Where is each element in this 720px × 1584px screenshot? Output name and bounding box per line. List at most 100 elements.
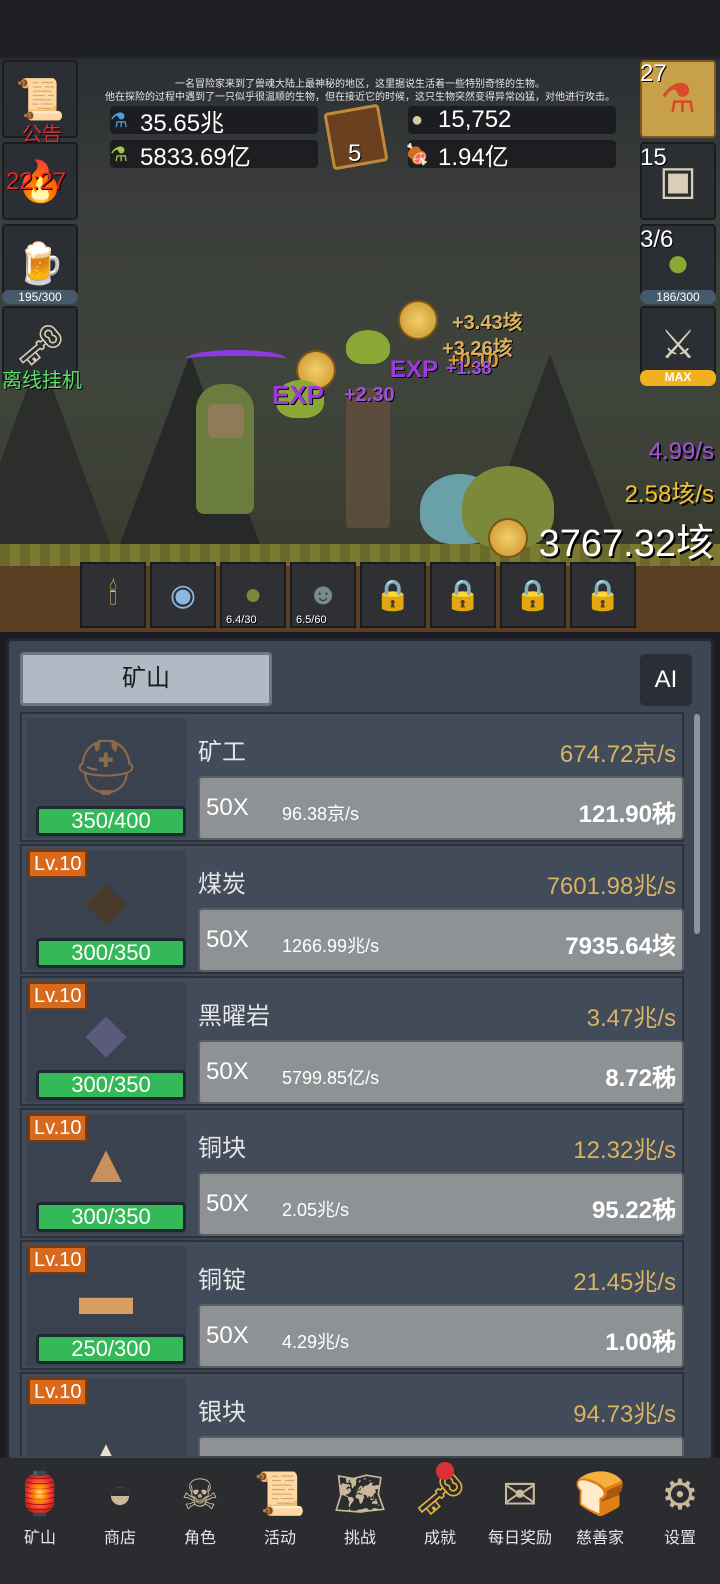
meat-icon: 🍖 xyxy=(404,143,430,166)
slot-locked[interactable]: 🔒 xyxy=(430,562,496,628)
capacity-bar: 250/300 xyxy=(36,1334,186,1364)
coin-drop xyxy=(398,300,438,340)
item-name: 银块 xyxy=(198,1399,246,1426)
level-badge: Lv.10 xyxy=(28,1246,88,1274)
item-production: 3.47兆/s xyxy=(586,1005,676,1032)
list-item: ▲ Lv.10 银块 94.73兆/s xyxy=(20,1372,684,1456)
list-item: ▬ 250/300 Lv.10 铜锭 21.45兆/s 50X 4.29兆/s … xyxy=(20,1240,684,1370)
story-line-1: 一名冒险家来到了兽魂大陆上最神秘的地区，这里据说生活着一些特别奇怪的生物。 xyxy=(175,79,545,90)
slot-candle[interactable]: 🕯 xyxy=(80,562,146,628)
nav-label: 设置 xyxy=(663,1530,696,1547)
slot-slime[interactable]: ● 6.4/30 xyxy=(220,562,286,628)
list-scrollbar[interactable] xyxy=(694,714,700,934)
nav-challenge[interactable]: 🗺 挑战 xyxy=(320,1458,400,1584)
zombie-icon: ☻ xyxy=(307,578,339,611)
green-potion-icon: ⚗ xyxy=(110,143,128,166)
hero-face xyxy=(208,404,244,438)
resource-green-potion: ⚗ 5833.69亿 xyxy=(110,140,318,171)
sword-icon: ⚔ xyxy=(660,323,696,367)
resource-value: 5833.69亿 xyxy=(140,143,251,171)
buy-multiplier: 50X xyxy=(206,926,249,953)
level-badge: Lv.10 xyxy=(28,1114,88,1142)
sword-max-badge: MAX xyxy=(640,370,716,386)
stone-icon: ◒ xyxy=(107,1470,133,1517)
lock-icon: 🔒 xyxy=(514,578,552,612)
nav-daily-reward[interactable]: ✉ 每日奖励 xyxy=(480,1458,560,1584)
notification-badge xyxy=(436,1462,454,1480)
item-production: 7601.98兆/s xyxy=(546,873,676,900)
resource-value: 1.94亿 xyxy=(438,143,509,171)
buy-button[interactable]: 50X 1266.99兆/s 7935.64垓 xyxy=(198,908,684,972)
nav-label: 矿山 xyxy=(23,1530,56,1547)
buy-cost: 95.22秭 xyxy=(591,1197,676,1224)
buy-button[interactable]: 50X 5799.85亿/s 8.72秭 xyxy=(198,1040,684,1104)
item-name: 黑曜岩 xyxy=(198,1003,270,1030)
resource-coin: ● 15,752 xyxy=(408,106,616,134)
story-text: 一名冒险家来到了兽魂大陆上最神秘的地区，这里据说生活着一些特别奇怪的生物。 他在… xyxy=(80,78,640,104)
ai-button[interactable]: AI xyxy=(640,654,692,706)
buy-button[interactable]: 50X 96.38京/s 121.90秭 xyxy=(198,776,684,840)
nav-settings[interactable]: ⚙ 设置 xyxy=(640,1458,720,1584)
item-production: 94.73兆/s xyxy=(573,1401,676,1428)
panel-title[interactable]: 矿山 xyxy=(20,652,272,706)
offline-label: 离线挂机 xyxy=(2,370,82,392)
nav-achievement[interactable]: 🗝 成就 xyxy=(400,1458,480,1584)
buy-multiplier: 50X xyxy=(206,794,249,821)
buy-button[interactable]: 50X 2.05兆/s 95.22秭 xyxy=(198,1172,684,1236)
float-gold: +3.43垓 xyxy=(452,312,523,334)
potion-count: 27 xyxy=(640,60,667,87)
buy-multiplier: 50X xyxy=(206,1058,249,1085)
slot-locked[interactable]: 🔒 xyxy=(570,562,636,628)
skull-icon: ☠ xyxy=(181,1470,219,1518)
item-name: 矿工 xyxy=(198,739,246,766)
float-exp: +1.38 xyxy=(446,358,492,378)
buy-gain: 2.05兆/s xyxy=(282,1200,350,1220)
buy-button[interactable]: 50X 4.29兆/s 1.00秭 xyxy=(198,1304,684,1368)
blue-potion-icon: ⚗ xyxy=(110,109,128,132)
list-item: ▲ 300/350 Lv.10 铜块 12.32兆/s 50X 2.05兆/s … xyxy=(20,1108,684,1238)
map-icon: 🗺 xyxy=(333,1469,387,1517)
gold-rate: 2.58垓/s xyxy=(624,481,714,508)
candle-icon: 🕯 xyxy=(108,578,118,611)
list-item: ◆ 300/350 Lv.10 煤炭 7601.98兆/s 50X 1266.9… xyxy=(20,844,684,974)
slot-locked[interactable]: 🔒 xyxy=(360,562,426,628)
silver-ore-icon: ▲ xyxy=(64,1418,148,1456)
lantern-icon: 🏮 xyxy=(13,1469,67,1517)
buy-gain: 4.29兆/s xyxy=(282,1332,350,1352)
nav-shop[interactable]: ◒ 商店 xyxy=(80,1458,160,1584)
mine-list[interactable]: ⛑ 350/400 矿工 674.72京/s 50X 96.38京/s 121.… xyxy=(20,712,692,1456)
nav-label: 慈善家 xyxy=(575,1530,624,1547)
buy-gain: 96.38京/s xyxy=(282,804,360,824)
list-item: ◆ 300/350 Lv.10 黑曜岩 3.47兆/s 50X 5799.85亿… xyxy=(20,976,684,1106)
resource-value: 35.65兆 xyxy=(140,109,225,137)
buy-button[interactable] xyxy=(198,1436,684,1456)
nav-character[interactable]: ☠ 角色 xyxy=(160,1458,240,1584)
buy-multiplier: 50X xyxy=(206,1190,249,1217)
item-production: 21.45兆/s xyxy=(573,1269,676,1296)
nav-mine[interactable]: 🏮 矿山 xyxy=(0,1458,80,1584)
gold-total: 3767.32垓 xyxy=(538,523,714,565)
item-name: 铜块 xyxy=(198,1135,246,1162)
capacity-bar: 300/350 xyxy=(36,1202,186,1232)
silver-coin-icon: ● xyxy=(410,108,424,131)
scroll-icon: 📜 xyxy=(253,1469,307,1517)
nav-label: 挑战 xyxy=(343,1530,376,1547)
zombie-enemy xyxy=(346,388,390,528)
envelope-icon: ✉ xyxy=(502,1470,538,1518)
monster-slots: 🕯 ◉ ● 6.4/30 ☻ 6.5/60 🔒 🔒 🔒 🔒 xyxy=(80,562,636,628)
item-name: 煤炭 xyxy=(198,871,246,898)
nav-philanthropist[interactable]: 🍞 慈善家 xyxy=(560,1458,640,1584)
nav-event[interactable]: 📜 活动 xyxy=(240,1458,320,1584)
slime-count: 3/6 xyxy=(640,226,674,253)
slot-locked[interactable]: 🔒 xyxy=(500,562,566,628)
nav-label: 商店 xyxy=(103,1530,136,1547)
bread-icon: 🍞 xyxy=(573,1469,627,1517)
slot-zombie[interactable]: ☻ 6.5/60 xyxy=(290,562,356,628)
capacity-bar: 300/350 xyxy=(36,1070,186,1100)
resource-blue-potion: ⚗ 35.65兆 xyxy=(110,106,318,137)
item-name: 铜锭 xyxy=(198,1267,246,1294)
gold-coin-icon xyxy=(488,518,528,558)
slot-egg[interactable]: ◉ xyxy=(150,562,216,628)
timer-text: 22:27 xyxy=(6,168,67,195)
beer-icon: 🍺 xyxy=(15,241,65,286)
